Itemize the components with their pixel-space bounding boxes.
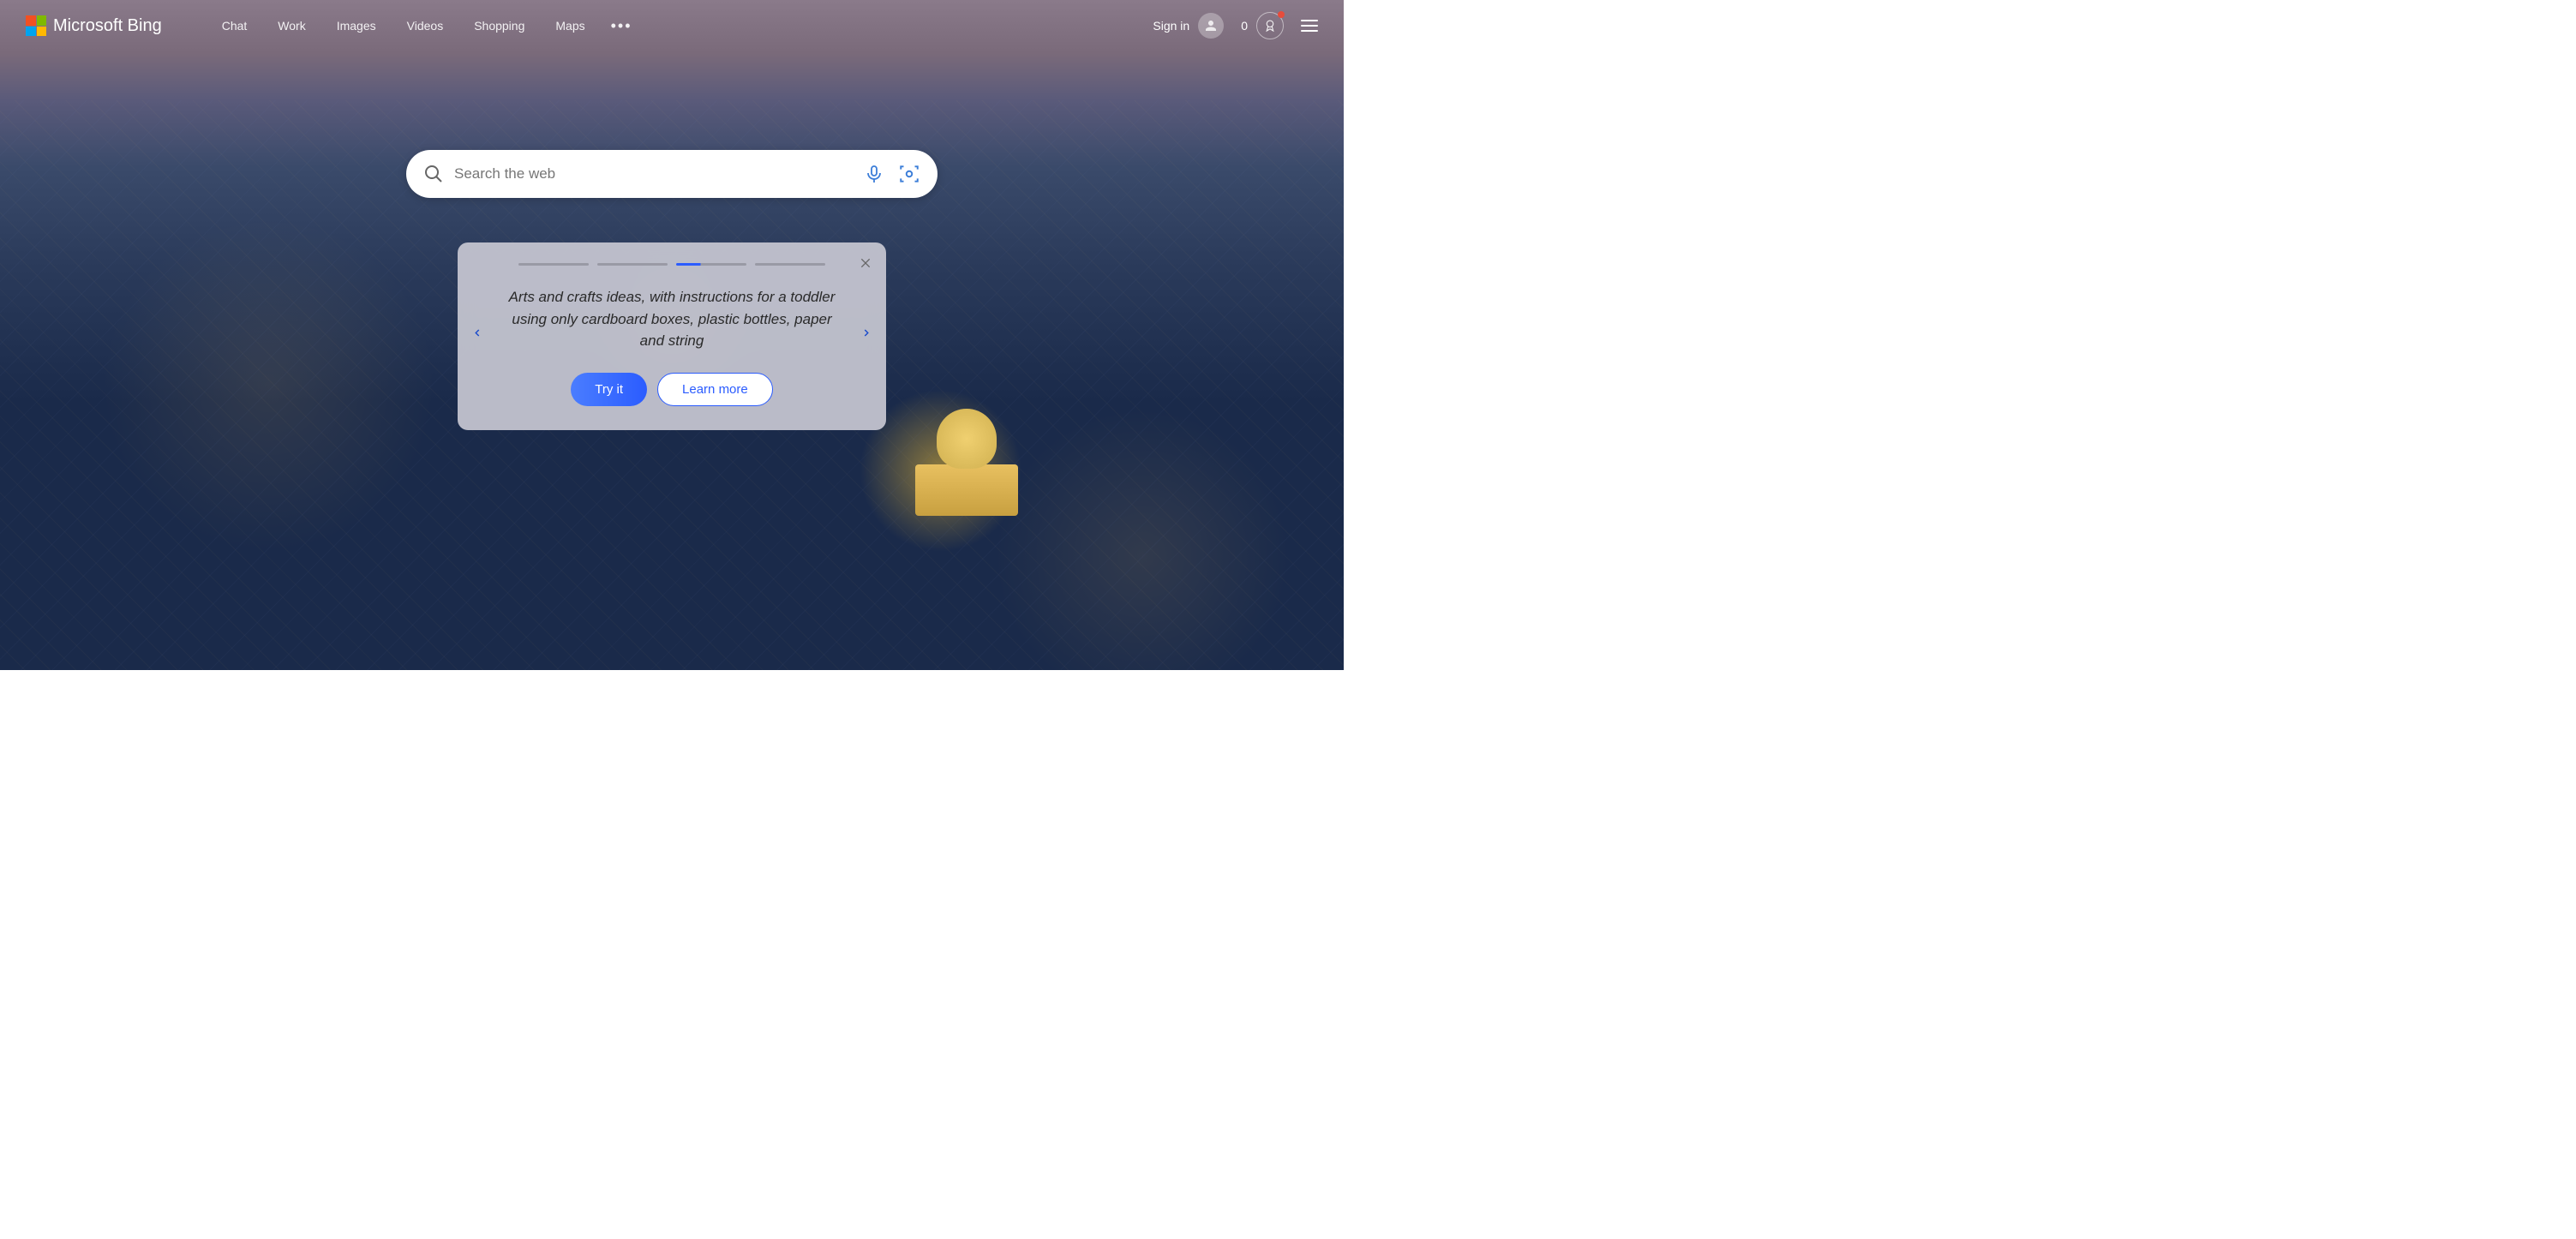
indicator-2[interactable] xyxy=(597,263,668,266)
header-right: Sign in 0 xyxy=(1153,12,1318,39)
nav-work[interactable]: Work xyxy=(278,19,305,33)
indicator-3[interactable] xyxy=(676,263,746,266)
signin-button[interactable]: Sign in xyxy=(1153,13,1224,39)
background-landmark xyxy=(915,396,1018,516)
search-container xyxy=(406,150,938,198)
search-box xyxy=(406,150,938,198)
rewards-section: 0 xyxy=(1241,12,1284,39)
promo-buttons: Try it Learn more xyxy=(499,373,845,406)
avatar-icon xyxy=(1198,13,1224,39)
microphone-icon[interactable] xyxy=(864,164,884,184)
chevron-left-icon xyxy=(471,324,483,343)
nav-chat[interactable]: Chat xyxy=(222,19,248,33)
nav-maps[interactable]: Maps xyxy=(555,19,584,33)
person-icon xyxy=(1203,18,1219,33)
nav-shopping[interactable]: Shopping xyxy=(474,19,524,33)
medal-icon xyxy=(1262,18,1278,33)
indicator-4[interactable] xyxy=(755,263,825,266)
learn-more-button[interactable]: Learn more xyxy=(657,373,773,406)
rewards-count: 0 xyxy=(1241,19,1248,33)
nav-images[interactable]: Images xyxy=(337,19,376,33)
promo-indicators xyxy=(499,263,845,266)
nav-more-button[interactable]: ••• xyxy=(611,17,632,35)
search-input[interactable] xyxy=(454,165,864,183)
promo-text: Arts and crafts ideas, with instructions… xyxy=(499,286,845,352)
chevron-right-icon xyxy=(860,324,872,343)
indicator-1[interactable] xyxy=(518,263,589,266)
promo-next-button[interactable] xyxy=(860,324,872,349)
microsoft-logo-icon xyxy=(26,15,46,36)
rewards-badge-button[interactable] xyxy=(1256,12,1284,39)
signin-label: Sign in xyxy=(1153,19,1189,33)
promo-prev-button[interactable] xyxy=(471,324,483,349)
nav-videos[interactable]: Videos xyxy=(407,19,444,33)
promo-card: Arts and crafts ideas, with instructions… xyxy=(458,242,886,430)
camera-search-icon[interactable] xyxy=(898,163,920,185)
main-nav: Chat Work Images Videos Shopping Maps xyxy=(222,19,585,33)
logo-section[interactable]: Microsoft Bing xyxy=(26,15,162,36)
search-actions xyxy=(864,163,920,185)
hamburger-menu-button[interactable] xyxy=(1301,20,1318,32)
logo-text: Microsoft Bing xyxy=(53,16,162,36)
try-it-button[interactable]: Try it xyxy=(571,373,647,406)
promo-close-button[interactable] xyxy=(859,256,872,274)
search-icon[interactable] xyxy=(423,164,444,184)
close-icon xyxy=(859,256,872,270)
header: Microsoft Bing Chat Work Images Videos S… xyxy=(0,0,1344,51)
